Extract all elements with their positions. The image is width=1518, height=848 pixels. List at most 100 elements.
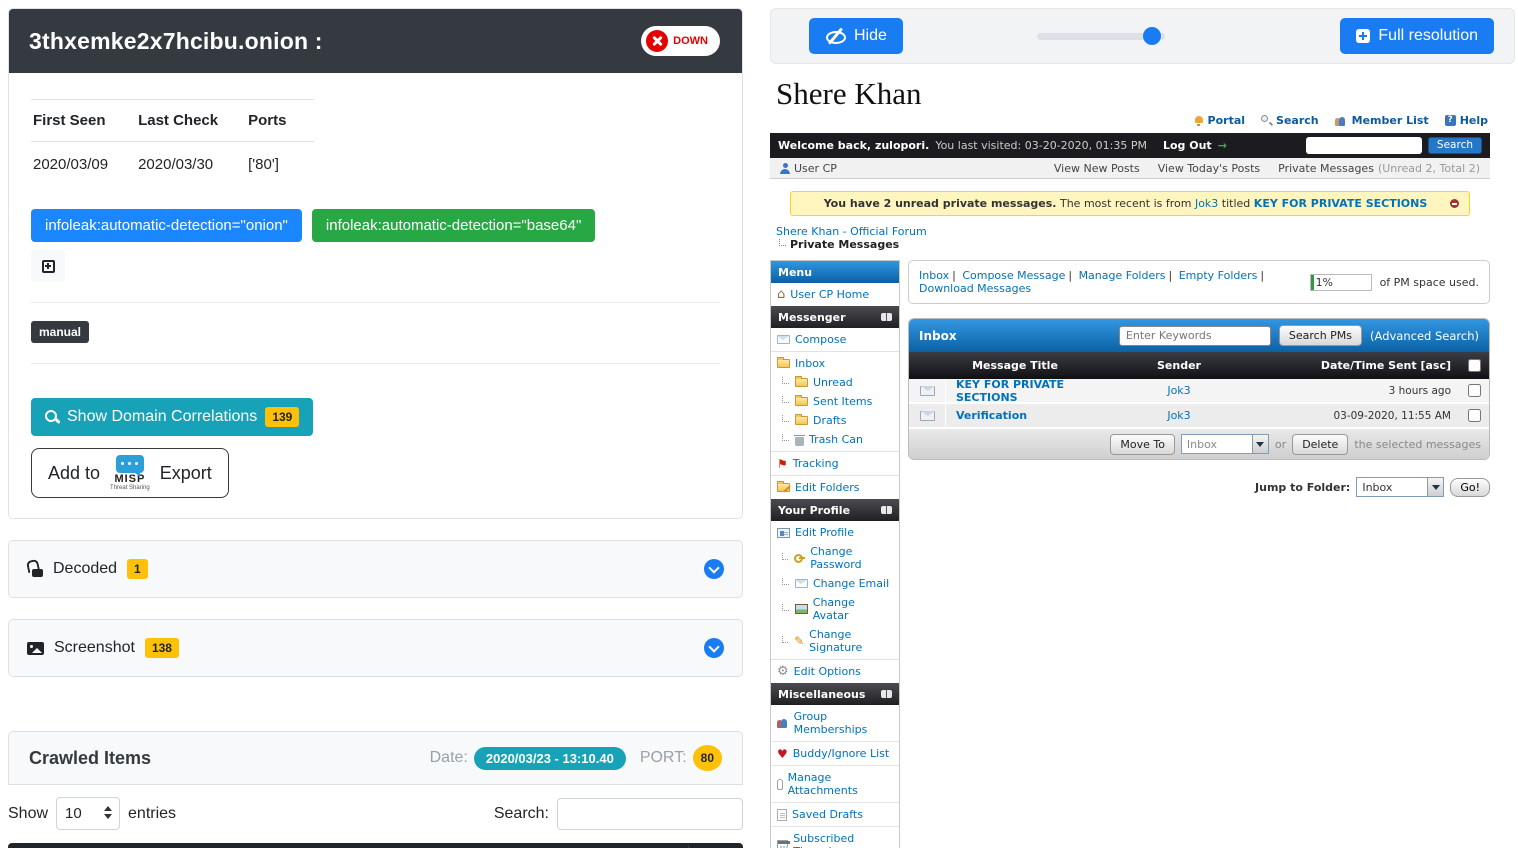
show-correlations-button[interactable]: Show Domain Correlations 139 xyxy=(31,398,313,436)
private-messages-link[interactable]: Private Messages xyxy=(1278,162,1374,175)
sidebar-item-edit-options[interactable]: ⚙Edit Options xyxy=(771,662,899,681)
port-label: PORT: xyxy=(640,749,687,767)
jump-folder-select[interactable]: Inbox xyxy=(1356,477,1444,497)
full-resolution-button[interactable]: Full resolution xyxy=(1340,18,1494,54)
pm-nav-manage-folders[interactable]: Manage Folders xyxy=(1065,269,1165,282)
sidebar-item-group-memberships[interactable]: Group Memberships xyxy=(771,707,899,739)
col-date-sent[interactable]: Date/Time Sent [asc] xyxy=(1274,359,1459,372)
first-seen-value: 2020/03/09 xyxy=(31,142,136,184)
collapse-icon[interactable] xyxy=(881,313,892,321)
unlock-icon xyxy=(27,562,43,577)
folder-icon xyxy=(777,359,790,368)
alert-subject-link[interactable]: KEY FOR PRIVATE SECTIONS xyxy=(1254,197,1427,210)
tag-onion[interactable]: infoleak:automatic-detection="onion" xyxy=(31,209,302,242)
chevron-down-icon[interactable] xyxy=(704,638,724,658)
user-cp-link[interactable]: User CP xyxy=(780,162,837,175)
entries-select[interactable]: 10 xyxy=(56,797,120,830)
screenshot-section[interactable]: Screenshot 138 xyxy=(8,619,743,677)
sidebar-item-edit-profile[interactable]: Edit Profile xyxy=(771,523,899,542)
search-input[interactable] xyxy=(557,798,743,830)
alert-sender-link[interactable]: Jok3 xyxy=(1195,197,1218,210)
zoom-slider[interactable] xyxy=(1037,27,1165,45)
nav-member-list[interactable]: Member List xyxy=(1335,114,1429,127)
sidebar-item-change-email[interactable]: Change Email xyxy=(771,574,899,593)
home-icon: ⌂ xyxy=(777,290,785,300)
col-sender[interactable]: Sender xyxy=(1084,359,1274,372)
add-tag-button[interactable] xyxy=(31,250,65,282)
sender-link[interactable]: Jok3 xyxy=(1167,384,1190,397)
sidebar-item-sent-items[interactable]: Sent Items xyxy=(771,392,899,411)
pm-nav-inbox[interactable]: Inbox xyxy=(919,269,949,282)
logout-link[interactable]: Log Out xyxy=(1163,139,1212,152)
sidebar-item-compose[interactable]: Compose xyxy=(771,330,899,349)
message-checkbox[interactable] xyxy=(1468,409,1481,422)
table-row: 2020/03/09 2020/03/30 ['80'] xyxy=(31,142,314,184)
sidebar-item-edit-folders[interactable]: Edit Folders xyxy=(771,478,899,497)
sidebar-item-inbox[interactable]: Inbox xyxy=(771,354,899,373)
sidebar-item-change-password[interactable]: Change Password xyxy=(771,542,899,574)
entries-label: entries xyxy=(128,805,176,823)
sidebar-item-unread[interactable]: Unread xyxy=(771,373,899,392)
date-badge[interactable]: 2020/03/23 - 13:10.40 xyxy=(474,747,626,770)
sidebar-item-usercp-home[interactable]: ⌂User CP Home xyxy=(771,285,899,304)
message-title-link[interactable]: KEY FOR PRIVATE SECTIONS xyxy=(956,378,1064,404)
manual-tag[interactable]: manual xyxy=(31,321,89,343)
screenshot-viewer-panel: Hide Full resolution Shere Khan Portal S… xyxy=(751,0,1518,848)
forum-search-input[interactable] xyxy=(1306,137,1422,154)
tree-branch-icon xyxy=(779,239,786,246)
sidebar-item-change-signature[interactable]: ✎Change Signature xyxy=(771,625,899,657)
nav-portal[interactable]: Portal xyxy=(1194,114,1246,127)
misp-export-button[interactable]: Add to MISP Threat Sharing Export xyxy=(31,448,229,498)
sidebar-item-subscribed-threads[interactable]: Subscribed Threads xyxy=(771,829,899,848)
view-todays-posts-link[interactable]: View Today's Posts xyxy=(1158,162,1260,175)
nav-search[interactable]: Search xyxy=(1261,114,1319,127)
port-badge[interactable]: 80 xyxy=(693,745,722,771)
delete-button[interactable]: Delete xyxy=(1292,434,1348,455)
pm-nav-box: InboxCompose MessageManage FoldersEmpty … xyxy=(908,260,1490,304)
pm-nav-empty-folders[interactable]: Empty Folders xyxy=(1165,269,1257,282)
divider xyxy=(31,363,720,364)
breadcrumb-root-link[interactable]: Shere Khan - Official Forum xyxy=(776,225,927,238)
usercp-sidebar: Menu ⌂User CP Home Messenger Compose Inb… xyxy=(770,260,900,848)
col-first-seen: First Seen xyxy=(31,100,136,142)
message-title-link[interactable]: Verification xyxy=(956,409,1027,422)
select-all-checkbox[interactable] xyxy=(1468,359,1481,372)
view-new-posts-link[interactable]: View New Posts xyxy=(1054,162,1140,175)
sidebar-item-tracking[interactable]: ⚑Tracking xyxy=(771,454,899,473)
inbox-header: Inbox Search PMs (Advanced Search) xyxy=(909,319,1489,352)
ail-domain-panel: 3thxemke2x7hcibu.onion : DOWN First Seen… xyxy=(0,0,751,848)
hide-button[interactable]: Hide xyxy=(809,18,903,54)
keywords-input[interactable] xyxy=(1119,326,1271,346)
search-pms-button[interactable]: Search PMs xyxy=(1279,325,1362,346)
move-to-select[interactable]: Inbox xyxy=(1181,434,1269,454)
chevron-down-icon[interactable] xyxy=(704,559,724,579)
collapse-icon[interactable] xyxy=(881,690,892,698)
col-message-title[interactable]: Message Title xyxy=(946,359,1084,372)
forum-search-button[interactable]: Search xyxy=(1428,137,1482,154)
sidebar-item-change-avatar[interactable]: Change Avatar xyxy=(771,593,899,625)
sender-link[interactable]: Jok3 xyxy=(1167,409,1190,422)
sidebar-item-drafts[interactable]: Drafts xyxy=(771,411,899,430)
sidebar-item-trash-can[interactable]: Trash Can xyxy=(771,430,899,449)
move-to-button[interactable]: Move To xyxy=(1110,434,1175,455)
jump-label: Jump to Folder: xyxy=(1255,481,1350,494)
advanced-search-link[interactable]: (Advanced Search) xyxy=(1370,329,1479,343)
alert-titled-text: titled xyxy=(1222,197,1251,210)
key-icon xyxy=(794,554,805,563)
go-button[interactable]: Go! xyxy=(1450,478,1490,497)
screenshot-count-badge: 138 xyxy=(145,638,179,658)
pm-nav-compose[interactable]: Compose Message xyxy=(949,269,1065,282)
message-date: 03-09-2020, 11:55 AM xyxy=(1274,410,1459,422)
slider-thumb[interactable] xyxy=(1143,27,1161,45)
search-icon xyxy=(1261,115,1272,126)
sidebar-item-saved-drafts[interactable]: Saved Drafts xyxy=(771,805,899,824)
decoded-section[interactable]: Decoded 1 xyxy=(8,540,743,598)
sidebar-item-buddy-ignore-list[interactable]: ♥Buddy/Ignore List xyxy=(771,744,899,763)
collapse-icon[interactable] xyxy=(881,506,892,514)
tag-base64[interactable]: infoleak:automatic-detection="base64" xyxy=(312,209,595,242)
sidebar-item-manage-attachments[interactable]: Manage Attachments xyxy=(771,768,899,800)
nav-help[interactable]: Help xyxy=(1445,114,1488,127)
document-icon xyxy=(777,809,787,821)
gear-icon: ⚙ xyxy=(777,666,789,677)
message-checkbox[interactable] xyxy=(1468,384,1481,397)
